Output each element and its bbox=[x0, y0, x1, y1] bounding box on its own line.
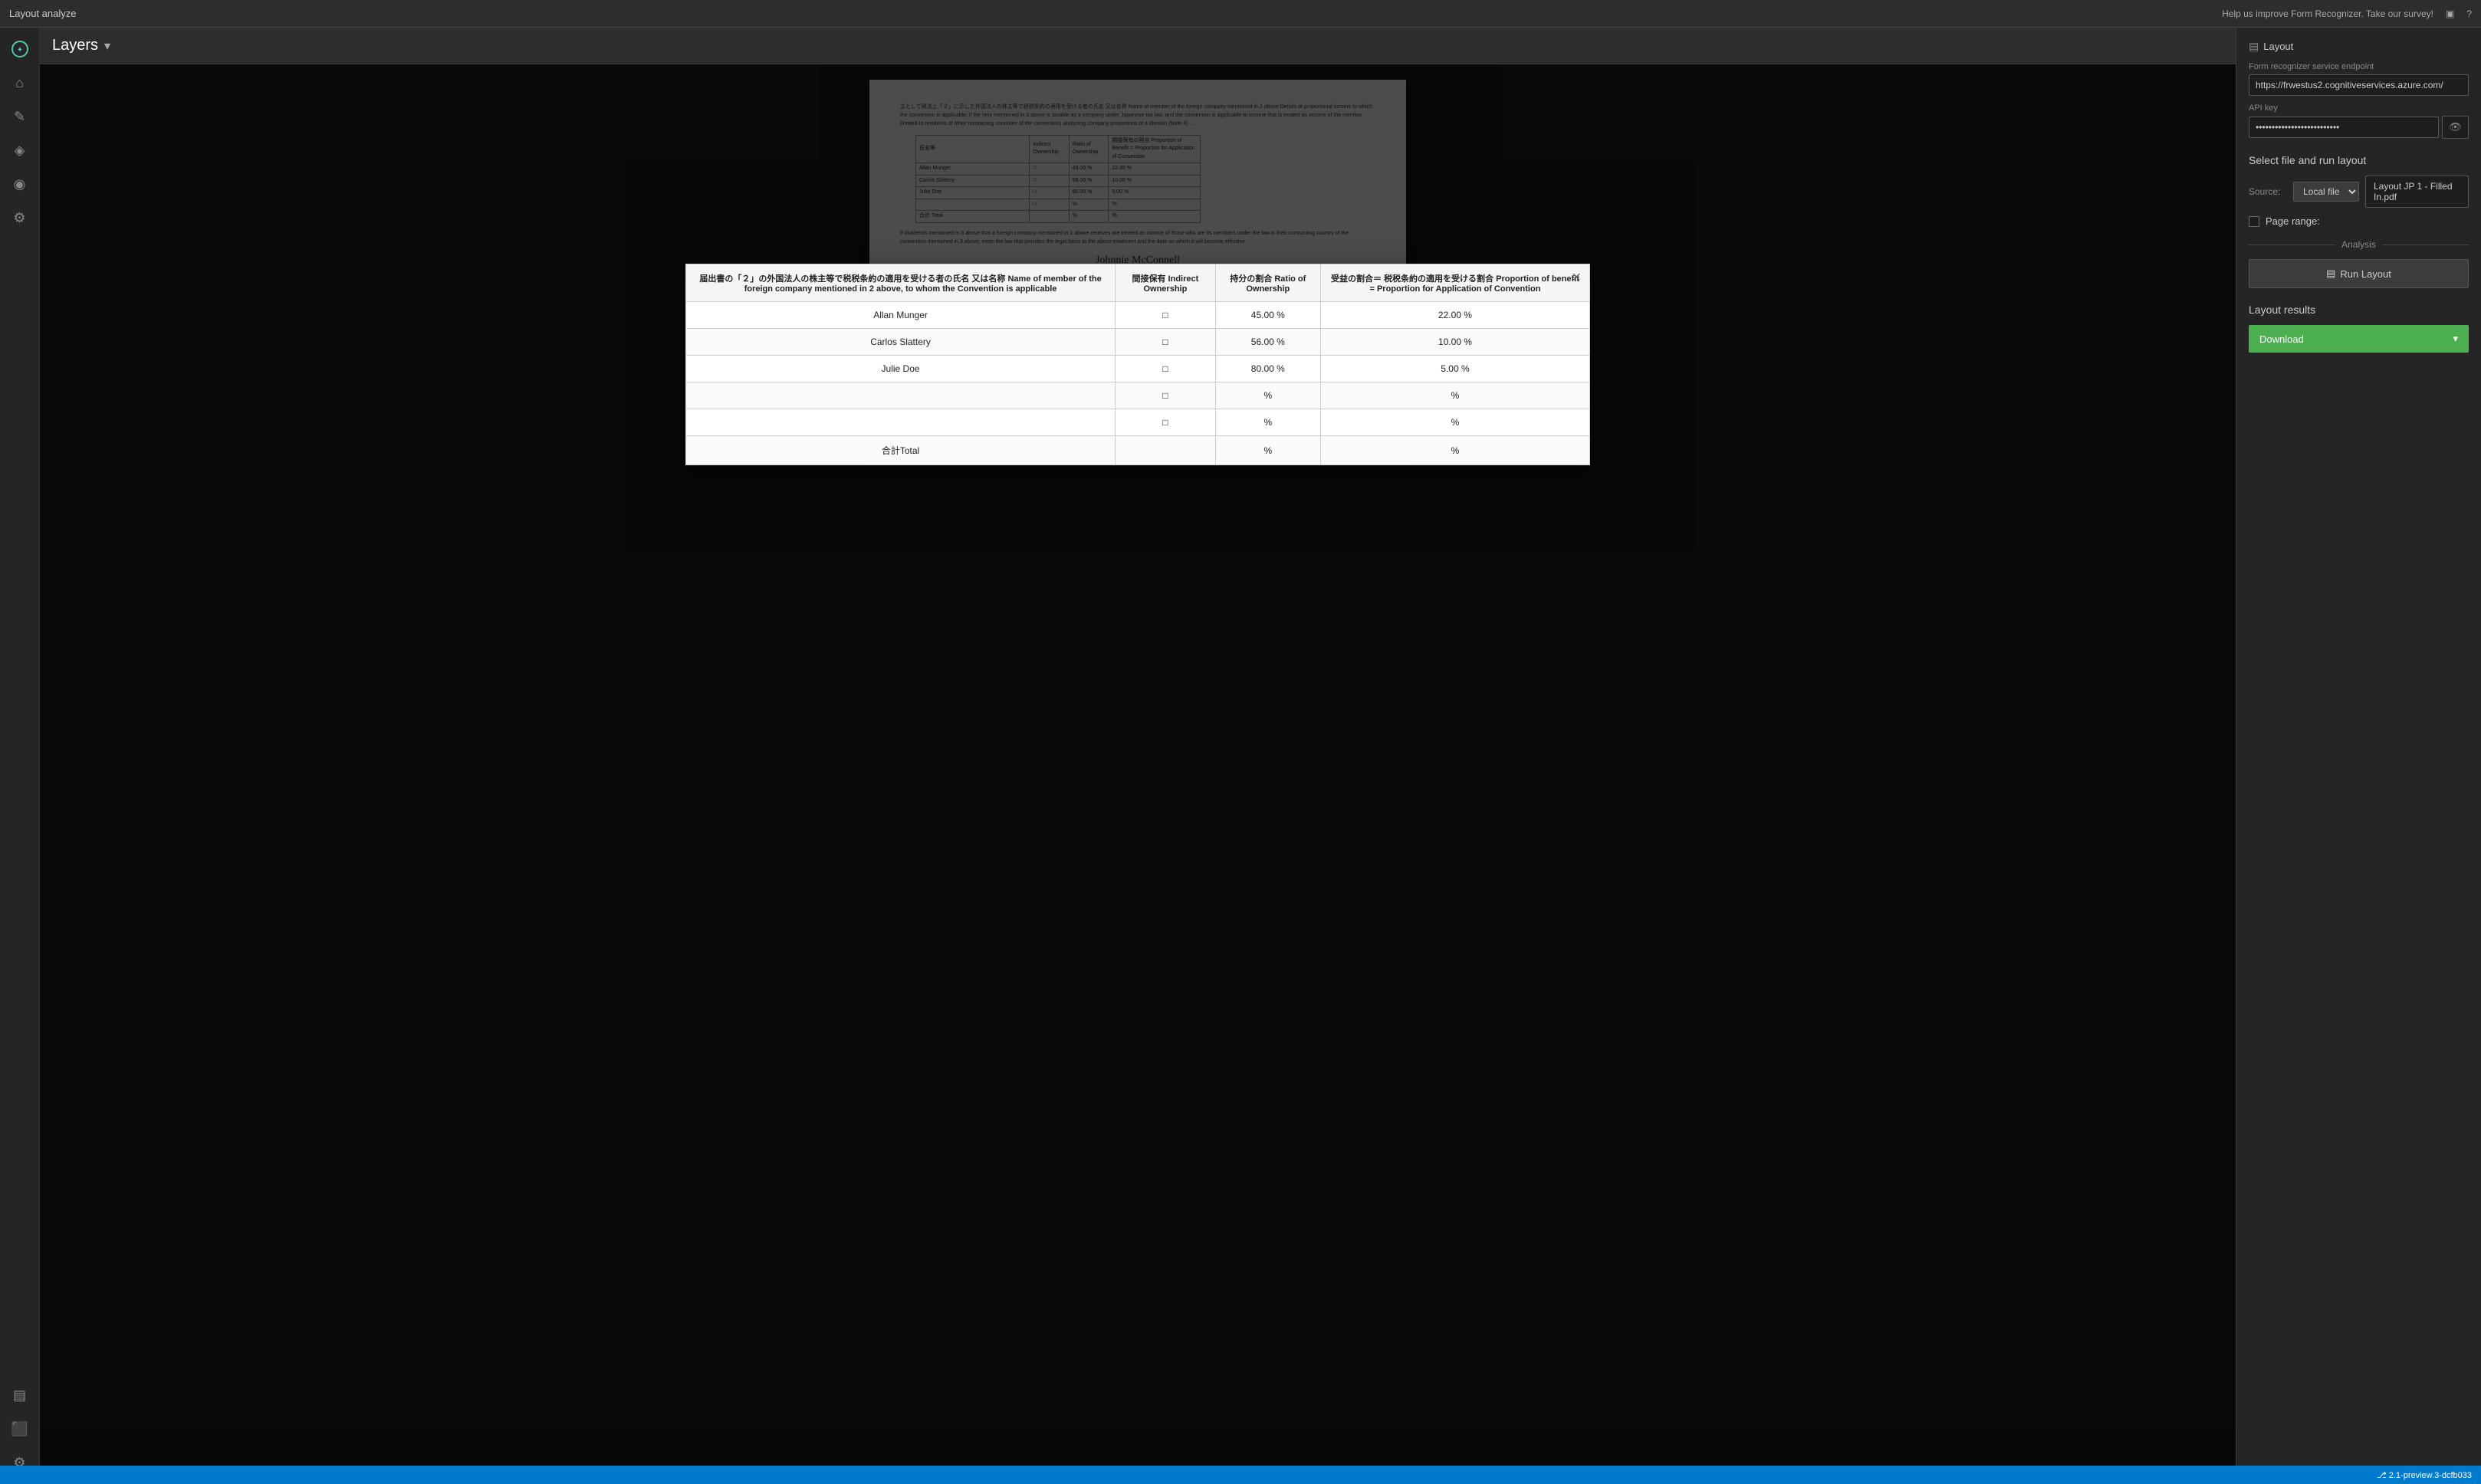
api-key-input[interactable] bbox=[2249, 117, 2439, 138]
download-label: Download bbox=[2259, 333, 2304, 345]
api-key-label: API key bbox=[2249, 103, 2469, 113]
layout-icon-small: ▤ bbox=[2249, 40, 2259, 53]
endpoint-input[interactable] bbox=[2249, 74, 2469, 96]
cell-ratio: % bbox=[1215, 382, 1320, 409]
help-text: Help us improve Form Recognizer. Take ou… bbox=[2222, 8, 2433, 19]
file-name-box: Layout JP 1 - Filled In.pdf bbox=[2365, 176, 2469, 208]
run-layout-icon: ▤ bbox=[2326, 268, 2335, 280]
table-header-proportion: 受益の割合＝ 税税条約の適用を受ける割合 Proportion of benef… bbox=[1320, 264, 1589, 302]
table-row: Allan Munger □ 45.00 % 22.00 % bbox=[686, 302, 1590, 329]
right-panel: ▤ Layout Form recognizer service endpoin… bbox=[2236, 28, 2481, 1484]
sidebar-item-compose[interactable]: ⚙ bbox=[5, 202, 35, 233]
download-button[interactable]: Download ▾ bbox=[2249, 325, 2469, 353]
select-file-title: Select file and run layout bbox=[2249, 154, 2469, 166]
analysis-divider: Analysis bbox=[2249, 239, 2469, 250]
table-header-name: 届出書の「２」の外国法人の株主等で税税条約の適用を受ける者の氏名 又は名称 Na… bbox=[686, 264, 1116, 302]
api-key-row: 👁 bbox=[2249, 116, 2469, 139]
cell-name bbox=[686, 382, 1116, 409]
page-range-checkbox[interactable] bbox=[2249, 216, 2259, 227]
svg-text:✦: ✦ bbox=[16, 46, 22, 54]
layout-section: ▤ Layout Form recognizer service endpoin… bbox=[2249, 40, 2469, 139]
sidebar-item-tag[interactable]: ◈ bbox=[5, 135, 35, 166]
sidebar-item-edit[interactable]: ✎ bbox=[5, 101, 35, 132]
sidebar-item-doc[interactable]: ⬛ bbox=[5, 1413, 35, 1444]
layers-label: Layers bbox=[52, 37, 98, 54]
source-label: Source: bbox=[2249, 186, 2287, 197]
cell-name bbox=[686, 409, 1116, 436]
cell-ratio: 45.00 % bbox=[1215, 302, 1320, 329]
run-layout-button[interactable]: ▤ Run Layout bbox=[2249, 259, 2469, 288]
cell-indirect: □ bbox=[1116, 382, 1216, 409]
table-row: Carlos Slattery □ 56.00 % 10.00 % bbox=[686, 329, 1590, 356]
cell-indirect: □ bbox=[1116, 409, 1216, 436]
cell-proportion: % bbox=[1320, 382, 1589, 409]
table-header-indirect: 間接保有 Indirect Ownership bbox=[1116, 264, 1216, 302]
cell-indirect bbox=[1116, 436, 1216, 465]
cell-name: Carlos Slattery bbox=[686, 329, 1116, 356]
layers-bar: Layers ▾ ↺ ↻ ⊖ ⊕ bbox=[40, 28, 2481, 64]
status-text: ⎇ 2.1-preview.3-dcfb033 bbox=[2377, 1470, 2472, 1480]
page-range-row: Page range: bbox=[2249, 215, 2469, 227]
cell-indirect: □ bbox=[1116, 302, 1216, 329]
cell-name: Julie Doe bbox=[686, 356, 1116, 382]
table-row: 合計Total % % bbox=[686, 436, 1590, 465]
source-select[interactable]: Local file bbox=[2293, 182, 2359, 202]
source-row: Source: Local file Layout JP 1 - Filled … bbox=[2249, 176, 2469, 208]
topbar-actions: Help us improve Form Recognizer. Take ou… bbox=[2222, 8, 2472, 19]
cell-proportion: % bbox=[1320, 436, 1589, 465]
table-row: Julie Doe □ 80.00 % 5.00 % bbox=[686, 356, 1590, 382]
sidebar: ✦ ⌂ ✎ ◈ ◉ ⚙ ▤ ⬛ ⚙ bbox=[0, 28, 40, 1484]
cell-ratio: % bbox=[1215, 409, 1320, 436]
select-file-section: Select file and run layout Source: Local… bbox=[2249, 154, 2469, 288]
sidebar-item-home[interactable]: ⌂ bbox=[5, 67, 35, 98]
help-icon[interactable]: ? bbox=[2466, 8, 2472, 19]
cell-name: 合計Total bbox=[686, 436, 1116, 465]
modal: × 届出書の「２」の外国法人の株主等で税税条約の適用を受ける者の氏名 又は名称 … bbox=[685, 264, 1590, 465]
table-row: □ % % bbox=[686, 382, 1590, 409]
cell-indirect: □ bbox=[1116, 329, 1216, 356]
layers-chevron-icon[interactable]: ▾ bbox=[104, 38, 110, 54]
modal-overlay: × 届出書の「２」の外国法人の株主等で税税条約の適用を受ける者の氏名 又は名称 … bbox=[40, 64, 2236, 1466]
cell-proportion: % bbox=[1320, 409, 1589, 436]
modal-table: 届出書の「２」の外国法人の株主等で税税条約の適用を受ける者の氏名 又は名称 Na… bbox=[685, 264, 1590, 465]
modal-close-button[interactable]: × bbox=[1572, 270, 1581, 285]
endpoint-label: Form recognizer service endpoint bbox=[2249, 62, 2469, 71]
statusbar: ⎇ 2.1-preview.3-dcfb033 bbox=[0, 1466, 2481, 1484]
topbar-title: Layout analyze bbox=[9, 8, 76, 19]
cell-ratio: % bbox=[1215, 436, 1320, 465]
table-row: □ % % bbox=[686, 409, 1590, 436]
cell-proportion: 22.00 % bbox=[1320, 302, 1589, 329]
layout-results-section: Layout results Download ▾ bbox=[2249, 304, 2469, 353]
download-chevron-icon: ▾ bbox=[2453, 333, 2458, 345]
page-range-label: Page range: bbox=[2266, 215, 2320, 227]
cell-name: Allan Munger bbox=[686, 302, 1116, 329]
sidebar-item-layout[interactable]: ▤ bbox=[5, 1380, 35, 1410]
show-api-key-button[interactable]: 👁 bbox=[2442, 116, 2469, 139]
table-header-ratio: 持分の割合 Ratio of Ownership bbox=[1215, 264, 1320, 302]
monitor-icon[interactable]: ▣ bbox=[2446, 8, 2454, 19]
sidebar-logo[interactable]: ✦ bbox=[5, 34, 35, 64]
cell-ratio: 56.00 % bbox=[1215, 329, 1320, 356]
cell-ratio: 80.00 % bbox=[1215, 356, 1320, 382]
analysis-label: Analysis bbox=[2341, 239, 2376, 250]
cell-indirect: □ bbox=[1116, 356, 1216, 382]
cell-proportion: 5.00 % bbox=[1320, 356, 1589, 382]
topbar: Layout analyze Help us improve Form Reco… bbox=[0, 0, 2481, 28]
layout-title: Layout bbox=[2263, 41, 2293, 52]
sidebar-item-model[interactable]: ◉ bbox=[5, 169, 35, 199]
cell-proportion: 10.00 % bbox=[1320, 329, 1589, 356]
run-layout-label: Run Layout bbox=[2340, 268, 2391, 280]
layout-results-title: Layout results bbox=[2249, 304, 2469, 316]
layers-left: Layers ▾ bbox=[52, 37, 110, 54]
